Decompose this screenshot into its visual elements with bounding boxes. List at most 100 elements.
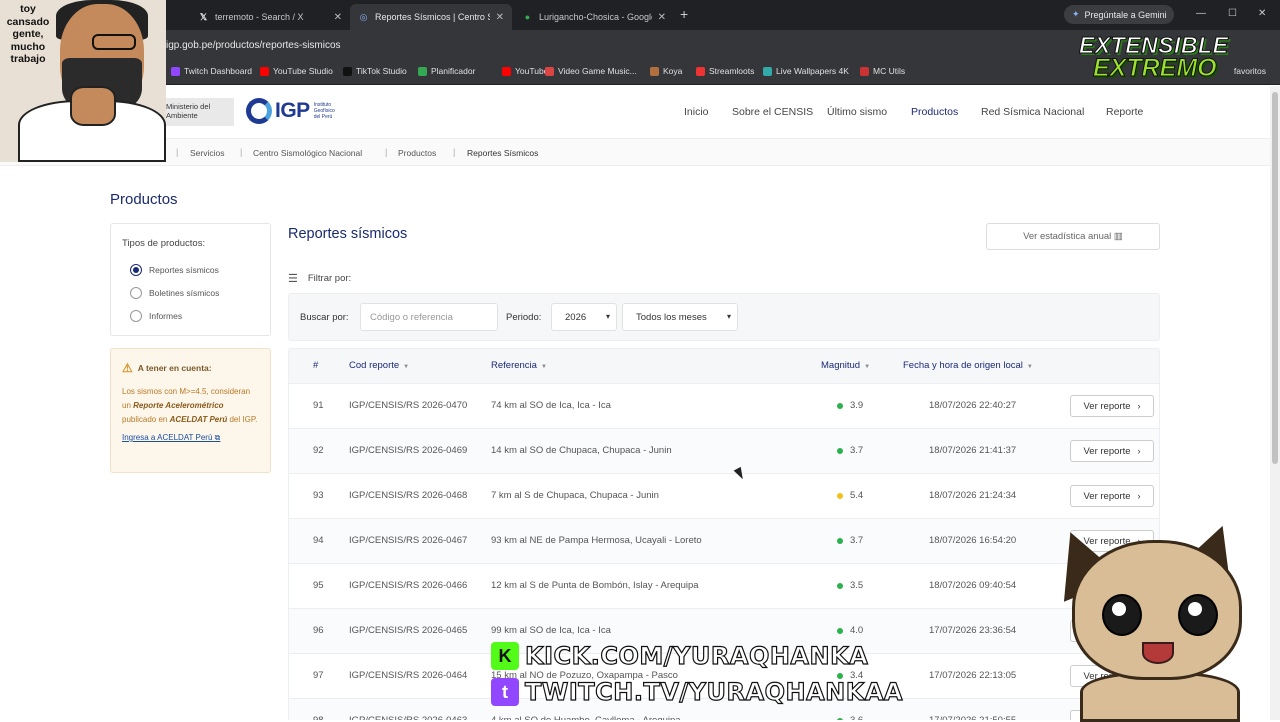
bookmark-item[interactable]: Live Wallpapers 4K bbox=[763, 66, 849, 76]
maximize-button[interactable]: ☐ bbox=[1228, 8, 1237, 19]
nav-sobre-censis[interactable]: Sobre el CENSIS bbox=[732, 106, 813, 118]
row-number: 96 bbox=[313, 625, 324, 636]
tab-google-maps[interactable]: ● Lurigancho-Chosica - Google M ✕ bbox=[514, 4, 674, 30]
twitch-line: t TWITCH.TV/YURAQHANKAA bbox=[491, 676, 903, 708]
nav-inicio[interactable]: Inicio bbox=[684, 106, 709, 118]
tab-reportes-sismicos[interactable]: ◎ Reportes Sísmicos | Centro Sism ✕ bbox=[350, 4, 512, 30]
bookmark-item[interactable]: Video Game Music... bbox=[545, 66, 637, 76]
gemini-button[interactable]: ✦ Pregúntale a Gemini bbox=[1064, 5, 1174, 24]
product-types-panel: Tipos de productos: Reportes sísmicos Bo… bbox=[110, 223, 271, 336]
streamer-sticker: toy cansado gente, mucho trabajo bbox=[0, 0, 166, 162]
row-reference: 4 km al SO de Huambo, Caylloma - Arequip… bbox=[491, 715, 681, 720]
cat-mouth bbox=[1142, 642, 1174, 664]
row-code: IGP/CENSIS/RS 2026-0467 bbox=[349, 535, 468, 546]
col-magnitude[interactable]: Magnitud ▼ bbox=[821, 360, 870, 371]
page-title: Productos bbox=[110, 191, 178, 208]
breadcrumb-current: Reportes Sísmicos bbox=[467, 148, 539, 158]
radio-informes[interactable]: Informes bbox=[130, 310, 182, 322]
row-reference: 14 km al SO de Chupaca, Chupaca - Junin bbox=[491, 445, 672, 456]
close-icon[interactable]: ✕ bbox=[496, 12, 504, 23]
bookmark-item[interactable]: Twitch Dashboard bbox=[171, 66, 252, 76]
bookmark-favicon-icon bbox=[171, 66, 180, 76]
breadcrumb-centro[interactable]: Centro Sismológico Nacional bbox=[253, 148, 362, 158]
bookmark-item[interactable]: YouTube bbox=[502, 66, 548, 76]
nav-ultimo-sismo[interactable]: Último sismo bbox=[827, 106, 887, 118]
product-types-label: Tipos de productos: bbox=[122, 238, 206, 249]
nav-productos[interactable]: Productos bbox=[911, 106, 958, 118]
annual-stats-button[interactable]: Ver estadística anual ▥ bbox=[986, 223, 1160, 250]
chevron-down-icon: ▾ bbox=[605, 312, 610, 321]
view-report-button[interactable]: Ver reporte› bbox=[1070, 485, 1154, 507]
external-link-icon: ⧉ bbox=[214, 433, 221, 442]
col-code[interactable]: Cod reporte ▼ bbox=[349, 360, 409, 371]
row-magnitude: 3.6 bbox=[837, 715, 863, 720]
sticker-hand bbox=[70, 86, 116, 126]
brand-line-2: EXTREMO bbox=[1093, 54, 1218, 83]
igp-favicon-icon: ◎ bbox=[359, 11, 368, 22]
kick-logo-icon: K bbox=[491, 642, 519, 670]
bookmark-favicon-icon bbox=[343, 66, 352, 76]
close-icon[interactable]: ✕ bbox=[658, 12, 666, 23]
col-datetime[interactable]: Fecha y hora de origen local ▼ bbox=[903, 360, 1033, 371]
minimize-button[interactable]: — bbox=[1196, 8, 1206, 19]
notice-text: Los sismos con M>=4.5, consideran un Rep… bbox=[122, 387, 258, 424]
bar-chart-icon: ▥ bbox=[1113, 231, 1123, 242]
bookmark-item[interactable]: Planificador bbox=[418, 66, 475, 76]
radio-boletines-sismicos[interactable]: Boletines sísmicos bbox=[130, 287, 219, 299]
warning-icon: ⚠ bbox=[122, 361, 133, 375]
month-select[interactable]: Todos los meses ▾ bbox=[622, 303, 738, 331]
url-text[interactable]: igp.gob.pe/productos/reportes-sismicos bbox=[166, 40, 341, 51]
new-tab-button[interactable]: + bbox=[680, 6, 688, 22]
ministry-logo[interactable]: Ministerio del Ambiente bbox=[160, 98, 234, 126]
twitch-url: TWITCH.TV/YURAQHANKAA bbox=[524, 677, 903, 706]
row-reference: 99 km al SO de Ica, Ica - Ica bbox=[491, 625, 611, 636]
bookmark-item[interactable]: MC Utils bbox=[860, 66, 905, 76]
row-number: 91 bbox=[313, 400, 324, 411]
sort-icon: ▼ bbox=[864, 364, 871, 370]
table-row: 94 IGP/CENSIS/RS 2026-0467 93 km al NE de … bbox=[289, 518, 1159, 563]
filter-bar: Buscar por: Código o referencia Periodo:… bbox=[288, 293, 1160, 341]
tab-x-search[interactable]: 𝕏 terremoto - Search / X ✕ bbox=[190, 4, 350, 30]
aceldat-link[interactable]: Ingresa a ACELDAT Perú ⧉ bbox=[122, 433, 259, 443]
year-select[interactable]: 2026 ▾ bbox=[551, 303, 617, 331]
col-reference[interactable]: Referencia ▼ bbox=[491, 360, 547, 371]
table-row: 91 IGP/CENSIS/RS 2026-0470 74 km al SO de … bbox=[289, 383, 1159, 428]
magnitude-dot-icon bbox=[837, 492, 843, 499]
bookmark-favicon-icon bbox=[763, 66, 772, 76]
social-overlay: K KICK.COM/YURAQHANKA t TWITCH.TV/YURAQHAN… bbox=[491, 640, 903, 712]
bookmark-item[interactable]: TikTok Studio bbox=[343, 66, 407, 76]
bookmark-favicon-icon bbox=[260, 66, 269, 76]
bookmark-favicon-icon bbox=[418, 66, 427, 76]
bookmark-item[interactable]: Koya bbox=[650, 66, 682, 76]
breadcrumb-servicios[interactable]: Servicios bbox=[190, 148, 224, 158]
row-code: IGP/CENSIS/RS 2026-0465 bbox=[349, 625, 468, 636]
breadcrumb: | Servicios | Centro Sismológico Naciona… bbox=[0, 138, 1270, 166]
radio-reportes-sismicos[interactable]: Reportes sísmicos bbox=[130, 264, 219, 276]
bookmark-item[interactable]: Streamloots bbox=[696, 66, 754, 76]
nav-red-sismica[interactable]: Red Sísmica Nacional bbox=[981, 106, 1084, 118]
row-number: 95 bbox=[313, 580, 324, 591]
scrollbar-thumb[interactable] bbox=[1272, 92, 1278, 464]
close-icon[interactable]: ✕ bbox=[334, 12, 342, 23]
bookmark-item[interactable]: YouTube Studio bbox=[260, 66, 333, 76]
view-report-button[interactable]: Ver reporte› bbox=[1070, 440, 1154, 462]
table-row: 95 IGP/CENSIS/RS 2026-0466 12 km al S de P… bbox=[289, 563, 1159, 608]
brand-overlay: EXTENSIBLE EXTREMO bbox=[1055, 30, 1255, 92]
search-input[interactable]: Código o referencia bbox=[360, 303, 498, 331]
view-report-button[interactable]: Ver reporte› bbox=[1070, 395, 1154, 417]
igp-logo[interactable]: IGP Instituto Geofísico del Perú bbox=[246, 98, 342, 124]
row-code: IGP/CENSIS/RS 2026-0470 bbox=[349, 400, 468, 411]
nav-reporte[interactable]: Reporte bbox=[1106, 106, 1143, 118]
page-scrollbar[interactable] bbox=[1270, 86, 1280, 720]
bookmark-favicon-icon bbox=[860, 66, 869, 76]
row-datetime: 18/07/2026 22:40:27 bbox=[929, 400, 1017, 411]
row-number: 97 bbox=[313, 670, 324, 681]
magnitude-dot-icon bbox=[837, 537, 843, 544]
table-row: 92 IGP/CENSIS/RS 2026-0469 14 km al SO de … bbox=[289, 428, 1159, 473]
row-code: IGP/CENSIS/RS 2026-0468 bbox=[349, 490, 468, 501]
row-reference: 74 km al SO de Ica, Ica - Ica bbox=[491, 400, 611, 411]
row-reference: 93 km al NE de Pampa Hermosa, Ucayali - … bbox=[491, 535, 702, 546]
close-window-button[interactable]: ✕ bbox=[1258, 8, 1266, 19]
igp-logo-icon bbox=[246, 98, 272, 124]
breadcrumb-productos[interactable]: Productos bbox=[398, 148, 436, 158]
